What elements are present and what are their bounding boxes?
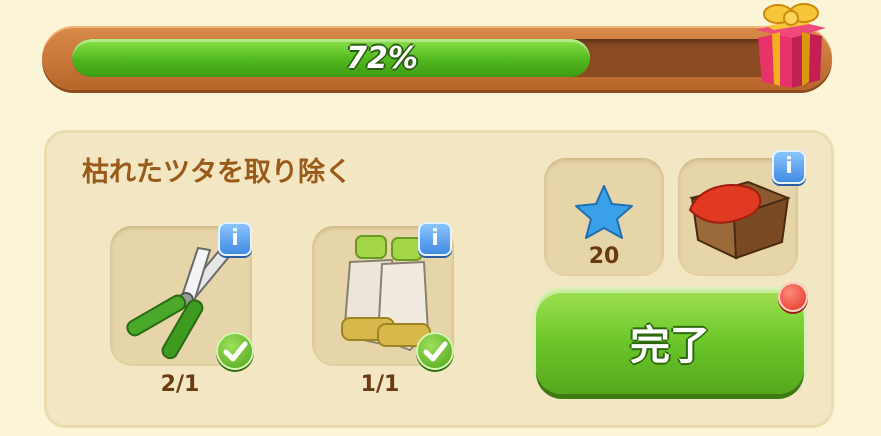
reward-info-button-crate[interactable]: i — [772, 150, 806, 184]
item-info-button-gloves[interactable]: i — [418, 222, 452, 256]
reward-amount-star: 20 — [588, 244, 620, 269]
item-count-shears: 2/1 — [160, 372, 200, 397]
complete-button[interactable]: 完了 — [536, 290, 804, 394]
quest-progress-bar: 72% — [42, 26, 832, 90]
reward-slot-star[interactable]: 20 — [544, 158, 664, 276]
notification-dot — [778, 282, 808, 312]
progress-percent-label: 72% — [346, 40, 418, 76]
quest-title: 枯れたツタを取り除く — [82, 157, 352, 188]
item-complete-check-icon — [416, 332, 454, 370]
item-info-button-shears[interactable]: i — [218, 222, 252, 256]
item-complete-check-icon — [216, 332, 254, 370]
progress-track: 72% — [72, 39, 792, 77]
gift-box-icon[interactable] — [748, 0, 830, 92]
item-count-gloves: 1/1 — [360, 372, 400, 397]
